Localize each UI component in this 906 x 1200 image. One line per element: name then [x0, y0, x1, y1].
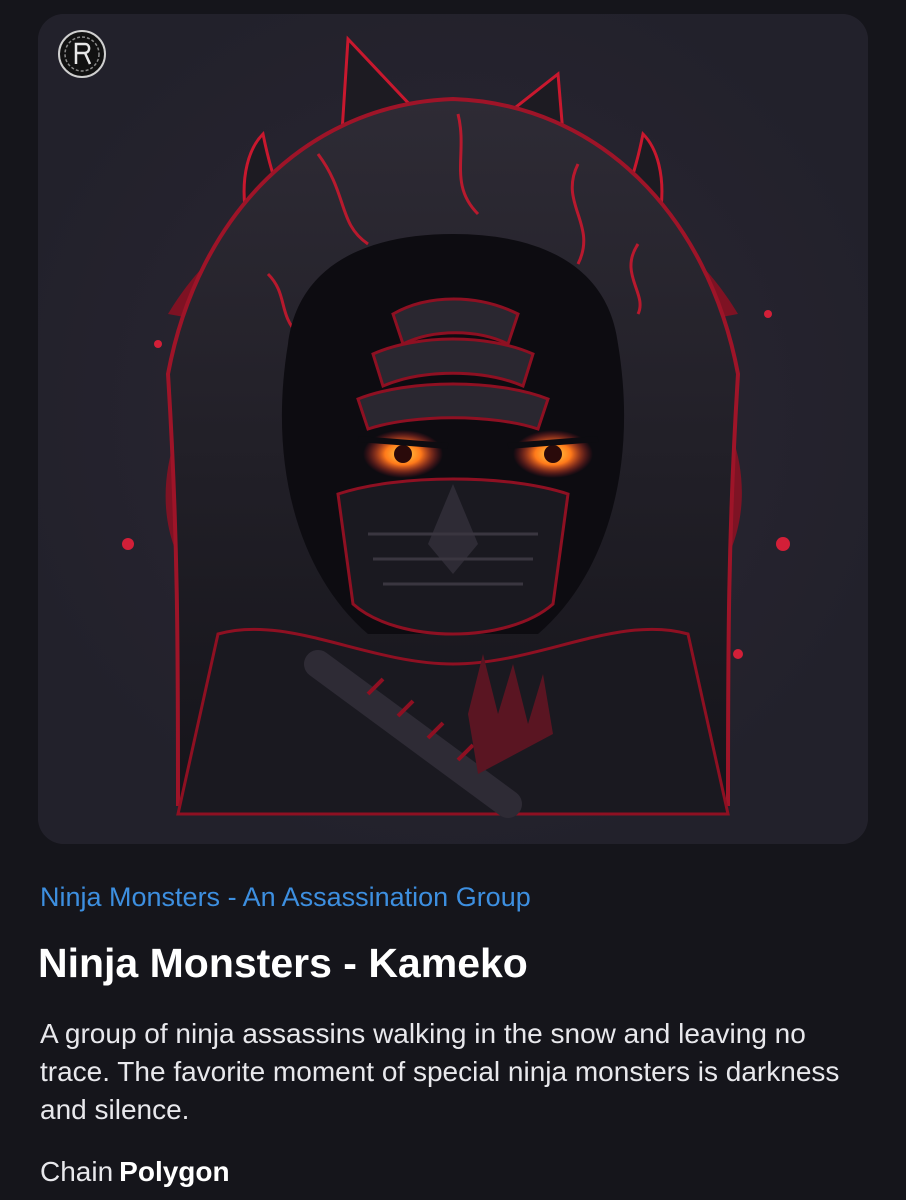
chain-label: Chain [40, 1156, 114, 1187]
nft-description: A group of ninja assassins walking in th… [40, 1018, 840, 1125]
nft-title: Ninja Monsters - Kameko [38, 940, 528, 986]
chain-info: Chain Polygon [40, 1156, 230, 1188]
creator-emblem-icon[interactable] [56, 28, 108, 80]
collection-link[interactable]: Ninja Monsters - An Assassination Group [40, 882, 531, 913]
nft-artwork[interactable] [38, 14, 868, 844]
ninja-monster-artwork [38, 14, 868, 844]
nft-detail-page: Ninja Monsters - An Assassination Group … [0, 0, 906, 1200]
chain-value: Polygon [119, 1156, 230, 1187]
